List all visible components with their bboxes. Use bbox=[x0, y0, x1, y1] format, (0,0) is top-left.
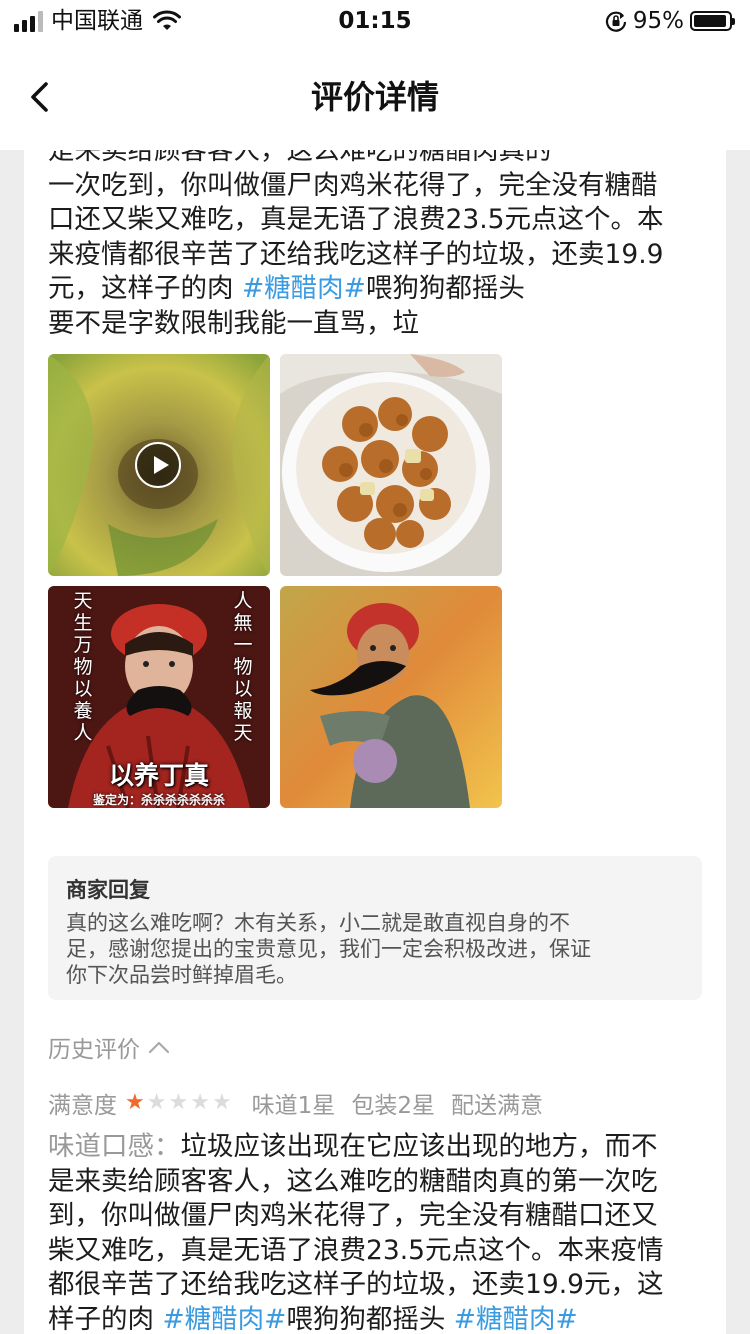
review-line: 一次吃到，你叫做僵尸肉鸡米花得了，完全没有糖醋 bbox=[48, 169, 658, 201]
history-line-text: 垃圾应该出现在它应该出现的地方，而不 bbox=[180, 1131, 658, 1162]
history-line-text: 样子的肉 bbox=[48, 1303, 163, 1334]
history-toggle[interactable]: 历史评价 bbox=[48, 1030, 170, 1064]
taste-rating: 味道1星 bbox=[251, 1093, 336, 1119]
hashtag-link[interactable]: #糖醋肉# bbox=[242, 273, 366, 304]
meme-vertical-text: 人無一物以報天 bbox=[233, 590, 253, 744]
status-bar: 中国联通 01:15 95% bbox=[0, 0, 750, 44]
meme-photo[interactable]: 天生万物以養人 人無一物以報天 以养丁真 鉴定为：杀杀杀杀杀杀杀 bbox=[48, 586, 270, 808]
rating-row: 满意度 ★ ★ ★ ★ ★ 味道1星 包装2星 配送满意 bbox=[48, 1086, 559, 1120]
history-line: 样子的肉 #糖醋肉#喂狗狗都摇头 #糖醋肉# bbox=[48, 1303, 708, 1334]
page-title: 评价详情 bbox=[310, 78, 439, 116]
food-photo[interactable] bbox=[280, 354, 502, 576]
meme-photo[interactable] bbox=[280, 586, 502, 808]
battery-level bbox=[694, 15, 727, 27]
video-thumbnail[interactable] bbox=[48, 354, 270, 576]
history-line-text: 喂狗狗都摇头 bbox=[286, 1303, 454, 1334]
review-line-text: 元，这样子的肉 bbox=[48, 273, 242, 304]
battery-percent: 95% bbox=[632, 8, 684, 34]
merchant-reply-title: 商家回复 bbox=[66, 878, 150, 902]
chevron-up-icon bbox=[148, 1041, 170, 1054]
nav-bar: 评价详情 bbox=[0, 44, 750, 150]
review-card: 是来卖给顾客客人，这么难吃的糖醋肉真的 一次吃到，你叫做僵尸肉鸡米花得了，完全没… bbox=[24, 150, 726, 1334]
merchant-reply-text: 真的这么难吃啊？木有关系，小二就是敢直视自身的不 足，感谢您提出的宝贵意见，我们… bbox=[66, 910, 686, 988]
history-review-text: 味道口感：垃圾应该出现在它应该出现的地方，而不 是来卖给顾客客人，这么难吃的糖醋… bbox=[48, 1130, 708, 1334]
review-line-text: 喂狗狗都摇头 bbox=[365, 273, 525, 304]
history-line: 柴又难吃，真是无语了浪费23.5元点这个。本来疫情 bbox=[48, 1234, 664, 1266]
hashtag-link[interactable]: #糖醋肉# bbox=[454, 1304, 578, 1334]
packaging-rating: 包装2星 bbox=[351, 1093, 435, 1119]
delivery-rating: 配送满意 bbox=[450, 1093, 543, 1119]
status-right: 95% bbox=[605, 8, 735, 34]
meme-vertical-text: 天生万物以養人 bbox=[73, 590, 93, 744]
reply-line: 你下次品尝时鲜掉眉毛。 bbox=[66, 963, 297, 987]
reply-line: 真的这么难吃啊？木有关系，小二就是敢直视自身的不 bbox=[66, 911, 570, 935]
review-line: 来疫情都很辛苦了还给我吃这样子的垃圾，还卖19.9 bbox=[48, 238, 664, 270]
review-line: 口还又柴又难吃，真是无语了浪费23.5元点这个。本 bbox=[48, 204, 664, 235]
star-rating: ★ ★ ★ ★ ★ bbox=[125, 1091, 232, 1115]
star-empty-icon: ★ bbox=[168, 1090, 189, 1115]
taste-label: 味道口感： bbox=[48, 1131, 181, 1162]
satisfaction-label: 满意度 bbox=[48, 1093, 117, 1119]
review-line: 要不是字数限制我能一直骂，垃 bbox=[48, 307, 419, 339]
battery-icon bbox=[690, 11, 735, 31]
reply-line: 足，感谢您提出的宝贵意见，我们一定会积极改进，保证 bbox=[66, 937, 591, 961]
food-photo-image bbox=[280, 354, 502, 576]
history-line: 都很辛苦了还给我吃这样子的垃圾，还卖19.9元，这 bbox=[48, 1269, 664, 1300]
history-label: 历史评价 bbox=[48, 1037, 140, 1063]
history-line: 到，你叫做僵尸肉鸡米花得了，完全没有糖醋口还又 bbox=[48, 1200, 658, 1231]
star-empty-icon: ★ bbox=[190, 1090, 210, 1115]
star-empty-icon: ★ bbox=[211, 1090, 232, 1115]
review-line: 是来卖给顾客客人，这么难吃的糖醋肉真的 bbox=[48, 150, 552, 166]
play-icon[interactable] bbox=[135, 442, 181, 488]
history-line: 味道口感：垃圾应该出现在它应该出现的地方，而不 bbox=[48, 1130, 708, 1165]
review-line: 元，这样子的肉 #糖醋肉#喂狗狗都摇头 bbox=[48, 272, 708, 307]
meme-caption: 以养丁真 bbox=[108, 761, 209, 790]
photo-grid: 天生万物以養人 人無一物以報天 以养丁真 鉴定为：杀杀杀杀杀杀杀 bbox=[48, 354, 502, 808]
hashtag-link[interactable]: #糖醋肉# bbox=[162, 1304, 286, 1334]
merchant-reply: 商家回复 真的这么难吃啊？木有关系，小二就是敢直视自身的不 足，感谢您提出的宝贵… bbox=[48, 856, 702, 1000]
rotation-lock-icon bbox=[605, 11, 626, 32]
history-line: 是来卖给顾客客人，这么难吃的糖醋肉真的第一次吃 bbox=[48, 1165, 658, 1197]
star-filled-icon: ★ bbox=[125, 1090, 145, 1115]
meme-subcaption: 鉴定为：杀杀杀杀杀杀杀 bbox=[92, 793, 225, 807]
review-text: 是来卖给顾客客人，这么难吃的糖醋肉真的 一次吃到，你叫做僵尸肉鸡米花得了，完全没… bbox=[48, 150, 708, 341]
meme-image bbox=[280, 586, 502, 808]
star-empty-icon: ★ bbox=[146, 1090, 167, 1115]
